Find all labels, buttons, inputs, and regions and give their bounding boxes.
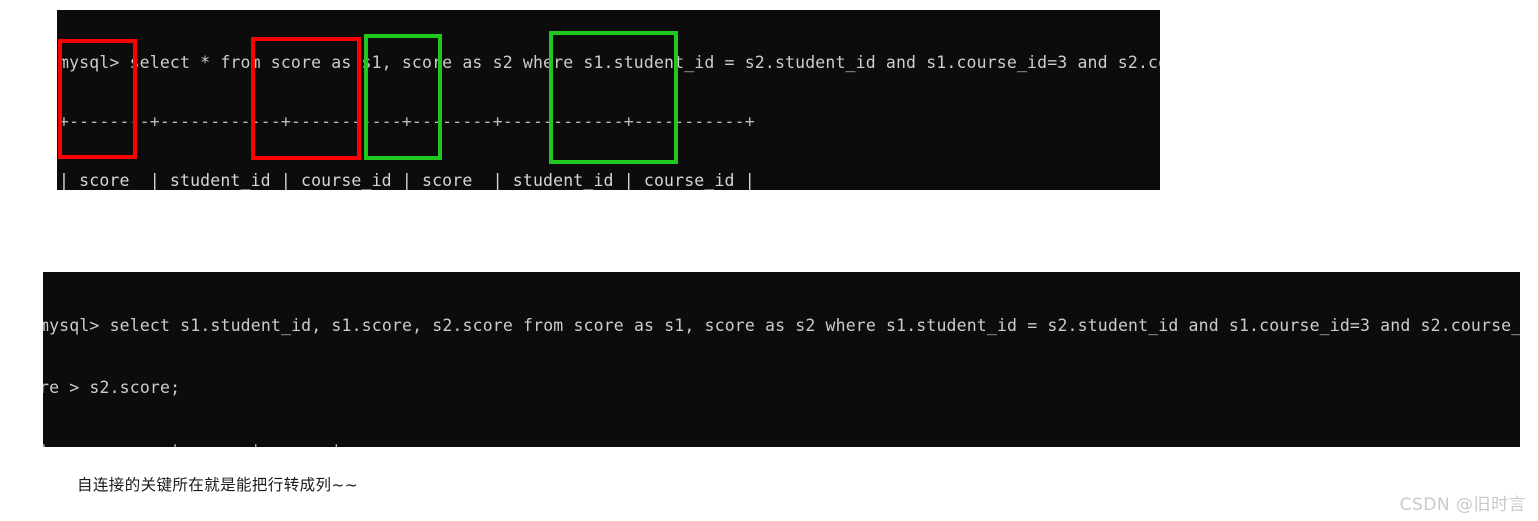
sql-prompt-line-two-part-two: re > s2.score; (43, 377, 181, 397)
csdn-watermark: CSDN @旧时言 (1399, 495, 1526, 515)
sql-prompt-line-two-part-one: mysql> select s1.student_id, s1.score, s… (43, 316, 1520, 335)
result-table-two-top-rule: +------------+-------+-------+ (43, 439, 1520, 447)
caption-text: 自连接的关键所在就是能把行转成列~~ (77, 476, 359, 494)
terminal-output-block-two: mysql> select s1.student_id, s1.score, s… (43, 272, 1520, 447)
result-table-one-top-rule: +--------+------------+-----------+-----… (59, 111, 755, 131)
terminal-output-block-one: mysql> select * from score as s1, score … (57, 10, 1160, 190)
result-table-one-header-row: | score | student_id | course_id | score… (59, 170, 755, 190)
sql-prompt-line-one: mysql> select * from score as s1, score … (59, 53, 1160, 73)
